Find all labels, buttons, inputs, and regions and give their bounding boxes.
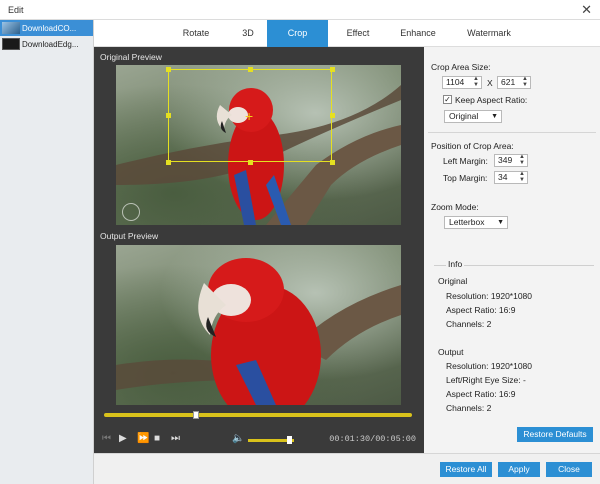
edit-tabs: Rotate 3D Crop Effect Enhance Watermark [94, 20, 600, 47]
video-thumbnail-icon [2, 38, 20, 50]
video-thumbnail-icon [2, 22, 20, 34]
original-preview-label: Original Preview [94, 49, 424, 65]
output-aspect: Aspect Ratio: 16:9 [446, 389, 516, 399]
stop-icon[interactable]: ■ [154, 432, 160, 446]
original-aspect: Aspect Ratio: 16:9 [446, 305, 516, 315]
zoom-mode-dropdown[interactable]: Letterbox ▼ [444, 216, 508, 229]
file-list: DownloadCO... DownloadEdg... [0, 20, 94, 484]
restore-all-button[interactable]: Restore All [440, 462, 492, 477]
parrot-image [116, 245, 401, 405]
file-item-1[interactable]: DownloadCO... [0, 20, 93, 36]
zoom-mode-value: Letterbox [449, 217, 485, 227]
original-preview-video[interactable]: + [116, 65, 401, 225]
crop-width-value: 1104 [446, 77, 465, 87]
playback-controls: ⏮ ▶ ⏩ ■ ⏭ 🔈 00:01:30/00:05:00 [94, 428, 424, 452]
tab-effect[interactable]: Effect [334, 20, 382, 47]
crop-handle-top-right[interactable] [330, 67, 335, 72]
crop-handle-top[interactable] [248, 67, 253, 72]
output-preview-label: Output Preview [94, 228, 424, 244]
crop-handle-bottom-left[interactable] [166, 160, 171, 165]
footer-bar: Restore All Apply Close [94, 453, 600, 484]
top-margin-value: 34 [498, 172, 508, 182]
keep-aspect-checkbox[interactable]: ✓ [443, 95, 452, 104]
crop-handle-bottom[interactable] [248, 160, 253, 165]
crop-height-stepper[interactable]: 621 ▲ ▼ [497, 76, 531, 89]
tab-enhance[interactable]: Enhance [392, 20, 444, 47]
aspect-ratio-value: Original [449, 111, 479, 121]
stepper-arrows-icon[interactable]: ▲ ▼ [522, 76, 528, 88]
crop-position-label: Position of Crop Area: [431, 141, 514, 151]
crop-width-stepper[interactable]: 1104 ▲ ▼ [442, 76, 482, 89]
crop-height-value: 621 [501, 77, 516, 87]
close-button[interactable]: Close [546, 462, 592, 477]
watermark-icon [122, 203, 140, 221]
keep-aspect-label: Keep Aspect Ratio: [455, 95, 528, 105]
apply-button[interactable]: Apply [498, 462, 540, 477]
file-item-2[interactable]: DownloadEdg... [0, 36, 93, 52]
output-eye-size: Left/Right Eye Size: - [446, 375, 526, 385]
output-channels: Channels: 2 [446, 403, 492, 413]
chevron-down-icon: ▼ [497, 219, 504, 226]
stepper-arrows-icon[interactable]: ▲ ▼ [473, 76, 479, 88]
preview-area: Original Preview + Output Preview [94, 47, 424, 453]
original-resolution: Resolution: 1920*1080 [446, 291, 533, 301]
crop-settings-panel: Crop Area Size: 1104 ▲ ▼ X 621 ▲ ▼ ✓ Keep … [424, 47, 600, 453]
zoom-mode-label: Zoom Mode: [431, 202, 479, 212]
crop-handle-bottom-right[interactable] [330, 160, 335, 165]
crop-handle-top-left[interactable] [166, 67, 171, 72]
original-channels: Channels: 2 [446, 319, 492, 329]
tab-crop[interactable]: Crop [267, 20, 328, 47]
timecode: 00:01:30/00:05:00 [329, 434, 416, 444]
tab-rotate[interactable]: Rotate [172, 20, 220, 47]
skip-back-icon[interactable]: ⏮ [102, 432, 111, 446]
fast-forward-icon[interactable]: ⏩ [137, 432, 149, 446]
output-preview-video[interactable] [116, 245, 401, 405]
top-margin-stepper[interactable]: 34 ▲ ▼ [494, 171, 528, 184]
tab-3d[interactable]: 3D [228, 20, 268, 47]
original-info-label: Original [438, 276, 468, 286]
stepper-arrows-icon[interactable]: ▲ ▼ [519, 171, 525, 183]
file-name: DownloadEdg... [22, 39, 79, 49]
close-icon[interactable]: ✕ [581, 2, 592, 18]
divider [428, 132, 596, 133]
volume-icon[interactable]: 🔈 [232, 432, 244, 446]
crop-area-size-label: Crop Area Size: [431, 62, 491, 72]
info-title: Info [446, 259, 465, 269]
left-margin-label: Left Margin: [443, 156, 488, 166]
file-name: DownloadCO... [22, 23, 77, 33]
play-icon[interactable]: ▶ [119, 432, 127, 446]
output-info-label: Output [438, 347, 464, 357]
left-margin-stepper[interactable]: 349 ▲ ▼ [494, 154, 528, 167]
chevron-down-icon: ▼ [491, 113, 498, 120]
window-title: Edit [8, 5, 24, 15]
volume-slider[interactable] [248, 436, 294, 444]
crosshair-icon[interactable]: + [245, 109, 253, 123]
left-margin-value: 349 [498, 155, 513, 165]
crop-handle-left[interactable] [166, 113, 171, 118]
top-margin-label: Top Margin: [443, 173, 488, 183]
stepper-arrows-icon[interactable]: ▲ ▼ [519, 154, 525, 166]
title-bar: Edit ✕ [0, 0, 600, 20]
aspect-ratio-dropdown[interactable]: Original ▼ [444, 110, 502, 123]
crop-handle-right[interactable] [330, 113, 335, 118]
size-separator: X [487, 78, 493, 88]
skip-forward-icon[interactable]: ⏭ [171, 432, 180, 446]
restore-defaults-button[interactable]: Restore Defaults [517, 427, 593, 442]
volume-thumb[interactable] [287, 436, 293, 444]
output-resolution: Resolution: 1920*1080 [446, 361, 533, 371]
seek-bar[interactable] [104, 411, 412, 419]
seek-thumb[interactable] [193, 411, 200, 419]
tab-watermark[interactable]: Watermark [456, 20, 522, 47]
